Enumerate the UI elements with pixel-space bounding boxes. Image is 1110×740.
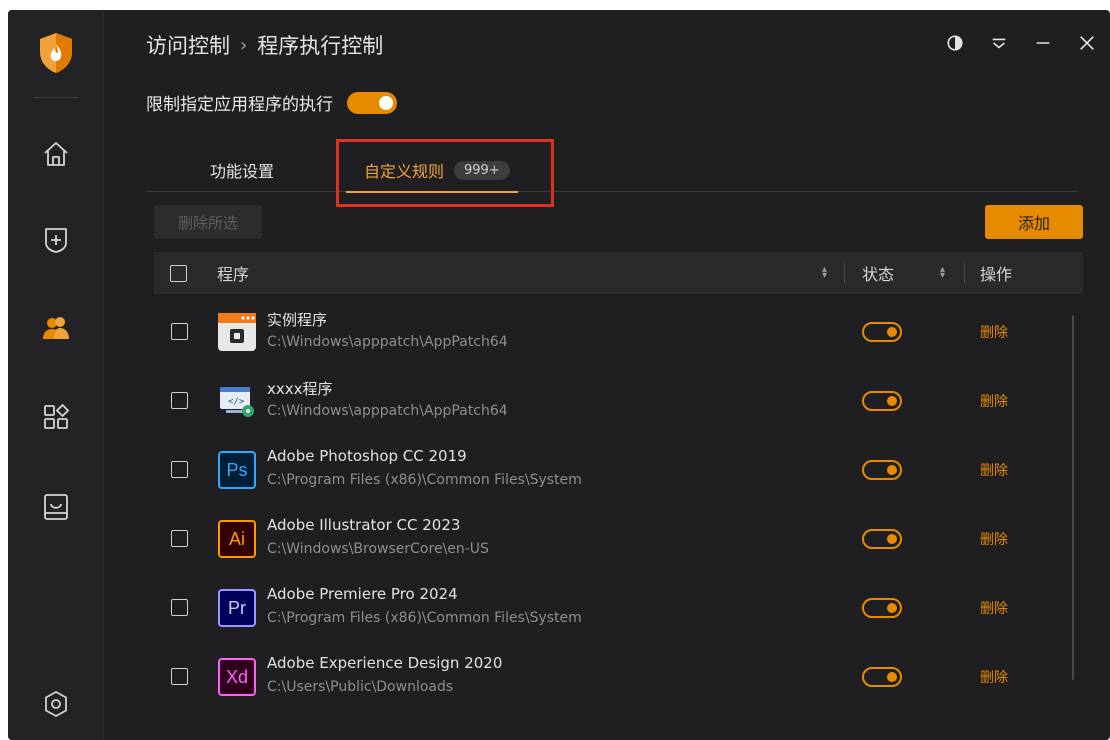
delete-link[interactable]: 删除 xyxy=(980,322,1008,342)
delete-link[interactable]: 删除 xyxy=(980,460,1008,480)
program-name: xxxx程序 xyxy=(267,380,333,398)
shield-add-icon[interactable] xyxy=(38,222,74,258)
delete-selected-button[interactable]: 删除所选 xyxy=(154,205,262,239)
program-name: 实例程序 xyxy=(267,311,328,329)
status-sort-icon[interactable]: ▴ ▾ xyxy=(940,252,945,294)
table-scrollbar[interactable] xyxy=(1072,315,1074,680)
theme-icon[interactable] xyxy=(944,32,966,54)
delete-link[interactable]: 删除 xyxy=(980,391,1008,411)
column-divider xyxy=(964,263,965,283)
breadcrumb-separator: › xyxy=(240,34,248,56)
sample-program-icon xyxy=(218,313,256,351)
users-icon[interactable] xyxy=(38,310,74,346)
svg-text:</>: </> xyxy=(228,397,245,407)
row-checkbox[interactable] xyxy=(171,461,188,478)
table-row: 实例程序 C:\Windows\apppatch\AppPatch64 删除 xyxy=(154,297,1083,366)
program-path: C:\Users\Public\Downloads xyxy=(267,679,454,695)
table-row: Xd Adobe Experience Design 2020 C:\Users… xyxy=(154,642,1083,711)
row-checkbox[interactable] xyxy=(171,599,188,616)
tab-bar: 功能设置 自定义规则 999+ xyxy=(146,148,1078,193)
add-button[interactable]: 添加 xyxy=(985,205,1083,239)
program-path: C:\Windows\BrowserCore\en-US xyxy=(267,541,489,557)
sidebar xyxy=(8,10,104,740)
settings-icon[interactable] xyxy=(38,686,74,722)
status-toggle[interactable] xyxy=(862,667,902,687)
column-divider xyxy=(844,263,845,283)
menu-icon[interactable] xyxy=(988,32,1010,54)
table-row: Ai Adobe Illustrator CC 2023 C:\Windows\… xyxy=(154,504,1083,573)
main-panel: 访问控制 › 程序执行控制 限制指定应用程序的执行 功能设置 自定义规则 999… xyxy=(104,10,1110,740)
home-icon[interactable] xyxy=(38,136,74,172)
tab-label: 自定义规则 xyxy=(364,162,445,181)
column-header-status[interactable]: 状态 xyxy=(862,252,894,294)
program-name: Adobe Premiere Pro 2024 xyxy=(267,585,458,603)
tab-custom-rules[interactable]: 自定义规则 999+ xyxy=(346,148,532,193)
xd-icon: Xd xyxy=(218,658,256,696)
table-row: </> xxxx程序 C:\Windows\apppatch\AppPatch6… xyxy=(154,366,1083,435)
apps-icon[interactable] xyxy=(38,399,74,435)
delete-link[interactable]: 删除 xyxy=(980,529,1008,549)
header-cell-select xyxy=(170,252,187,294)
code-program-icon: </> xyxy=(218,382,256,420)
program-path: C:\Program Files (x86)\Common Files\Syst… xyxy=(267,610,582,626)
status-toggle[interactable] xyxy=(862,529,902,549)
program-sort-icon[interactable]: ▴ ▾ xyxy=(822,252,827,294)
sidebar-divider xyxy=(34,97,78,98)
delete-link[interactable]: 删除 xyxy=(980,667,1008,687)
program-name: Adobe Photoshop CC 2019 xyxy=(267,447,467,465)
premiere-icon: Pr xyxy=(218,589,256,627)
program-name: Adobe Illustrator CC 2023 xyxy=(267,516,461,534)
program-name: Adobe Experience Design 2020 xyxy=(267,654,503,672)
delete-link[interactable]: 删除 xyxy=(980,598,1008,618)
column-header-action: 操作 xyxy=(980,265,1013,284)
table-row: Pr Adobe Premiere Pro 2024 C:\Program Fi… xyxy=(154,573,1083,642)
program-path: C:\Windows\apppatch\AppPatch64 xyxy=(267,403,508,419)
program-path: C:\Windows\apppatch\AppPatch64 xyxy=(267,334,508,350)
program-path: C:\Program Files (x86)\Common Files\Syst… xyxy=(267,472,582,488)
window-controls xyxy=(944,32,1098,54)
breadcrumb-parent[interactable]: 访问控制 xyxy=(146,30,230,60)
shield-logo-icon xyxy=(38,32,74,74)
restrict-setting: 限制指定应用程序的执行 xyxy=(146,90,397,115)
row-checkbox[interactable] xyxy=(171,392,188,409)
status-toggle[interactable] xyxy=(862,391,902,411)
row-checkbox[interactable] xyxy=(171,530,188,547)
restrict-toggle[interactable] xyxy=(347,91,397,114)
rule-count-badge: 999+ xyxy=(454,160,510,180)
restrict-label: 限制指定应用程序的执行 xyxy=(146,95,333,115)
status-toggle[interactable] xyxy=(862,598,902,618)
select-all-checkbox[interactable] xyxy=(170,264,187,282)
breadcrumb: 访问控制 › 程序执行控制 xyxy=(146,30,383,60)
illustrator-icon: Ai xyxy=(218,520,256,558)
minimize-icon[interactable] xyxy=(1032,32,1054,54)
row-checkbox[interactable] xyxy=(171,323,188,340)
tab-function-settings[interactable]: 功能设置 xyxy=(210,148,274,192)
app-window: 访问控制 › 程序执行控制 限制指定应用程序的执行 功能设置 自定义规则 999… xyxy=(8,10,1110,740)
table-header: 程序 ▴ ▾ 状态 ▴ ▾ 操作 xyxy=(154,252,1083,294)
table-row: Ps Adobe Photoshop CC 2019 C:\Program Fi… xyxy=(154,435,1083,504)
row-checkbox[interactable] xyxy=(171,668,188,685)
photoshop-icon: Ps xyxy=(218,451,256,489)
status-toggle[interactable] xyxy=(862,460,902,480)
status-toggle[interactable] xyxy=(862,322,902,342)
device-icon[interactable] xyxy=(38,489,74,525)
close-icon[interactable] xyxy=(1076,32,1098,54)
column-header-program[interactable]: 程序 xyxy=(217,252,249,294)
breadcrumb-current: 程序执行控制 xyxy=(257,34,384,58)
tab-label: 功能设置 xyxy=(210,162,275,181)
